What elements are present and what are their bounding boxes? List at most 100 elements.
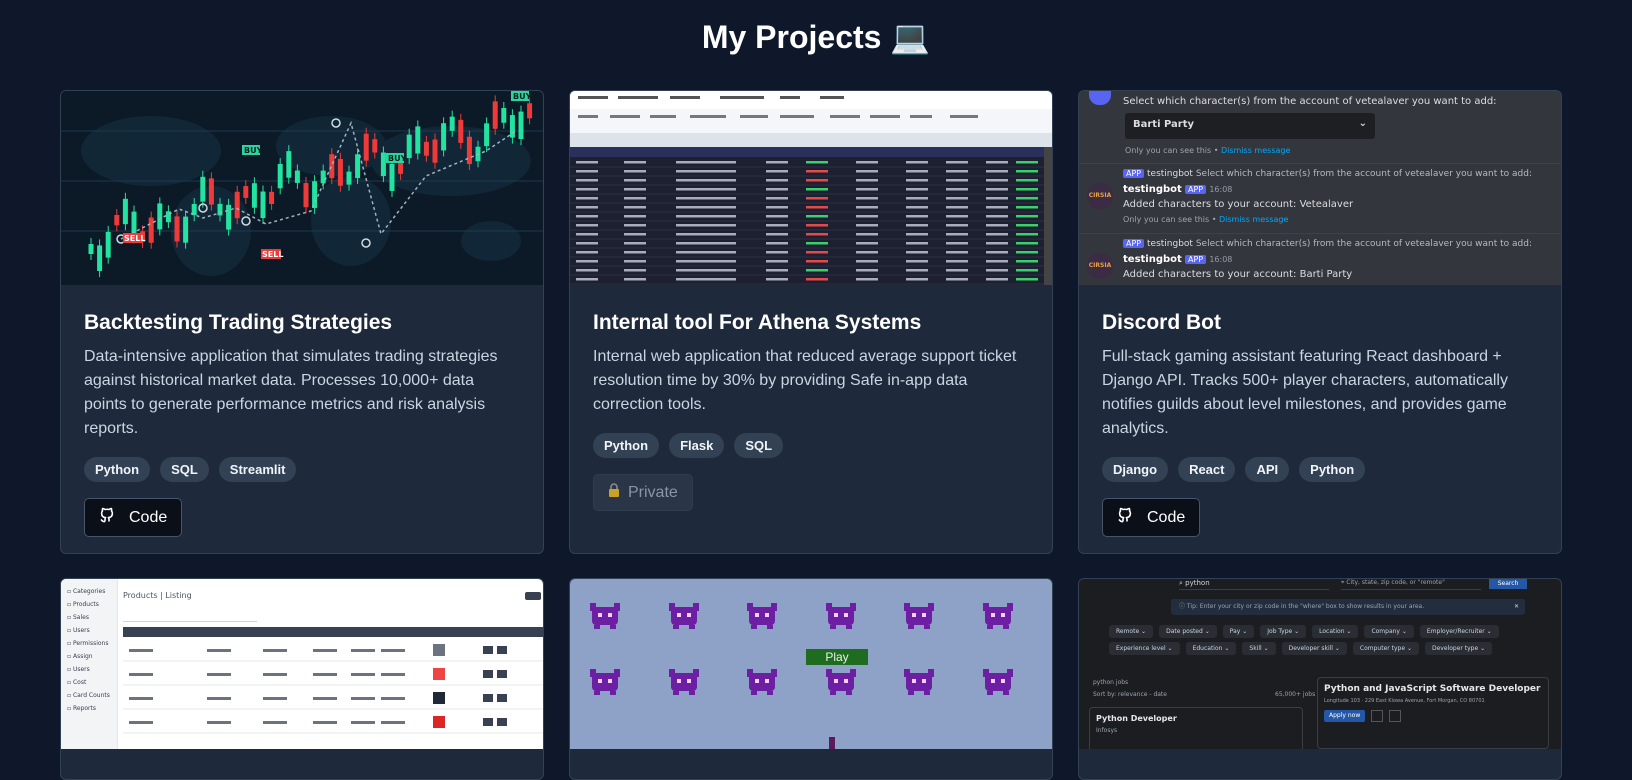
apply-now-button[interactable]: Apply now — [1324, 710, 1366, 722]
filter-chip[interactable]: Developer type ⌄ — [1425, 642, 1493, 655]
candle-body — [449, 116, 455, 131]
bookmark-icon[interactable] — [1371, 710, 1384, 722]
code-button[interactable]: Code — [1102, 498, 1201, 537]
project-description: Full-stack gaming assistant featuring Re… — [1102, 348, 1508, 437]
candle-body — [458, 119, 464, 143]
table-cell — [263, 649, 287, 652]
project-screenshot-discord[interactable]: Select which character(s) from the accou… — [1079, 91, 1561, 285]
project-screenshot-admin-table[interactable] — [570, 91, 1052, 285]
table-cell — [676, 251, 736, 254]
table-cell — [351, 697, 375, 700]
dismiss-message-link[interactable]: Dismiss message — [1221, 146, 1290, 155]
table-cell — [676, 179, 736, 182]
filter-chip[interactable]: Developer skill ⌄ — [1281, 642, 1347, 655]
chart-label-sell: SELL — [262, 250, 283, 259]
sidebar-item[interactable]: ▫ Assign — [61, 650, 117, 663]
sidebar-item[interactable]: ▫ Users — [61, 624, 117, 637]
candle-body — [501, 107, 507, 123]
table-cell — [207, 697, 231, 700]
chart-label-buy: BUY — [244, 146, 263, 155]
tip-banner: ⓘ Tip: Enter your city or zip code in th… — [1171, 599, 1525, 615]
candle-body — [337, 158, 343, 186]
job-card[interactable]: Python Developer Infosys — [1089, 707, 1303, 749]
search-button[interactable]: Search — [1489, 579, 1527, 589]
project-card-products: ▫ Categories ▫ Products ▫ Sales ▫ Users ▫ Pe… — [60, 578, 544, 780]
tag-sql: SQL — [734, 433, 784, 458]
filter-chip[interactable]: Remote ⌄ — [1109, 625, 1154, 638]
character-select[interactable]: Barti Party ⌄ — [1125, 113, 1375, 139]
candle-body — [329, 154, 335, 179]
table-cell — [856, 179, 878, 182]
add-button[interactable] — [525, 592, 541, 600]
table-cell — [806, 260, 828, 263]
table-cell — [986, 224, 1008, 227]
candle-body — [355, 154, 361, 179]
sidebar-item[interactable]: ▫ Sales — [61, 611, 117, 624]
filter-chip[interactable]: Computer type ⌄ — [1352, 642, 1419, 655]
table-cell — [906, 260, 928, 263]
project-screenshot-space-invaders[interactable]: Play — [570, 579, 1052, 749]
table-cell — [624, 179, 646, 182]
sort-control[interactable]: Sort by: relevance - date — [1093, 691, 1167, 698]
candle-body — [363, 133, 369, 161]
bot-message-header: testingbot APP 16:08 — [1123, 184, 1233, 195]
table-cell — [313, 649, 337, 652]
alien-sprite — [669, 669, 699, 695]
tag-api: API — [1245, 457, 1290, 482]
project-screenshot-products-admin[interactable]: ▫ Categories ▫ Products ▫ Sales ▫ Users ▫ Pe… — [61, 579, 543, 749]
location-input[interactable]: ⌖ City, state, zip code, or "remote" — [1341, 579, 1481, 590]
table-cell — [766, 206, 788, 209]
table-cell — [313, 697, 337, 700]
table-cell — [946, 224, 968, 227]
job-detail-company: Longitude 103 · 229 East Kiowa Avenue, F… — [1324, 698, 1485, 704]
project-card-backtesting: BUY BUY BUY SELL SELL Backtesting Tradin… — [60, 90, 544, 554]
filter-chip[interactable]: Job Type ⌄ — [1260, 625, 1307, 638]
project-screenshot-job-search[interactable]: ⌕ python ⌖ City, state, zip code, or "re… — [1079, 579, 1561, 749]
table-cell — [856, 242, 878, 245]
table-cell — [986, 170, 1008, 173]
close-icon[interactable]: ✕ — [1514, 599, 1519, 615]
products-heading: Products | Listing — [123, 591, 192, 600]
not-interested-icon[interactable] — [1389, 710, 1402, 722]
sidebar-item[interactable]: ▫ Cost — [61, 676, 117, 689]
filter-chip[interactable]: Date posted ⌄ — [1159, 625, 1217, 638]
table-cell — [1016, 251, 1038, 254]
table-cell — [676, 197, 736, 200]
table-cell — [986, 179, 1008, 182]
sidebar-item[interactable]: ▫ Card Counts — [61, 689, 117, 702]
filter-chip[interactable]: Education ⌄ — [1185, 642, 1237, 655]
sidebar-item[interactable]: ▫ Users — [61, 663, 117, 676]
table-cell — [946, 242, 968, 245]
dismiss-message-link[interactable]: Dismiss message — [1219, 215, 1288, 224]
table-cell — [986, 242, 1008, 245]
sidebar-item[interactable]: ▫ Permissions — [61, 637, 117, 650]
table-cell — [624, 188, 646, 191]
filter-chip[interactable]: Company ⌄ — [1364, 625, 1414, 638]
filter-chip[interactable]: Skill ⌄ — [1242, 642, 1276, 655]
sidebar-item[interactable]: ▫ Reports — [61, 702, 117, 715]
filter-chip[interactable]: Pay ⌄ — [1222, 625, 1255, 638]
table-cell — [946, 260, 968, 263]
table-cell — [263, 697, 287, 700]
table-cell — [676, 269, 736, 272]
table-cell — [576, 224, 598, 227]
code-button[interactable]: Code — [84, 498, 183, 537]
table-cell — [806, 188, 828, 191]
play-button[interactable]: Play — [806, 649, 868, 665]
filter-chip[interactable]: Employer/Recruiter ⌄ — [1419, 625, 1499, 638]
table-cell — [766, 251, 788, 254]
table-cell — [676, 161, 736, 164]
table-cell — [946, 170, 968, 173]
candle-body — [380, 152, 386, 177]
table-cell — [381, 721, 405, 724]
search-input[interactable] — [123, 611, 257, 622]
job-detail-panel: Python and JavaScript Software Developer… — [1317, 677, 1549, 749]
sidebar-item[interactable]: ▫ Products — [61, 598, 117, 611]
sidebar-item[interactable]: ▫ Categories — [61, 585, 117, 598]
job-search-input[interactable]: ⌕ python — [1179, 579, 1329, 590]
table-cell — [856, 251, 878, 254]
filter-chip[interactable]: Location ⌄ — [1312, 625, 1359, 638]
project-screenshot-trading-chart[interactable]: BUY BUY BUY SELL SELL — [61, 91, 543, 285]
filter-chip[interactable]: Experience level ⌄ — [1109, 642, 1180, 655]
alien-sprite — [904, 603, 934, 629]
